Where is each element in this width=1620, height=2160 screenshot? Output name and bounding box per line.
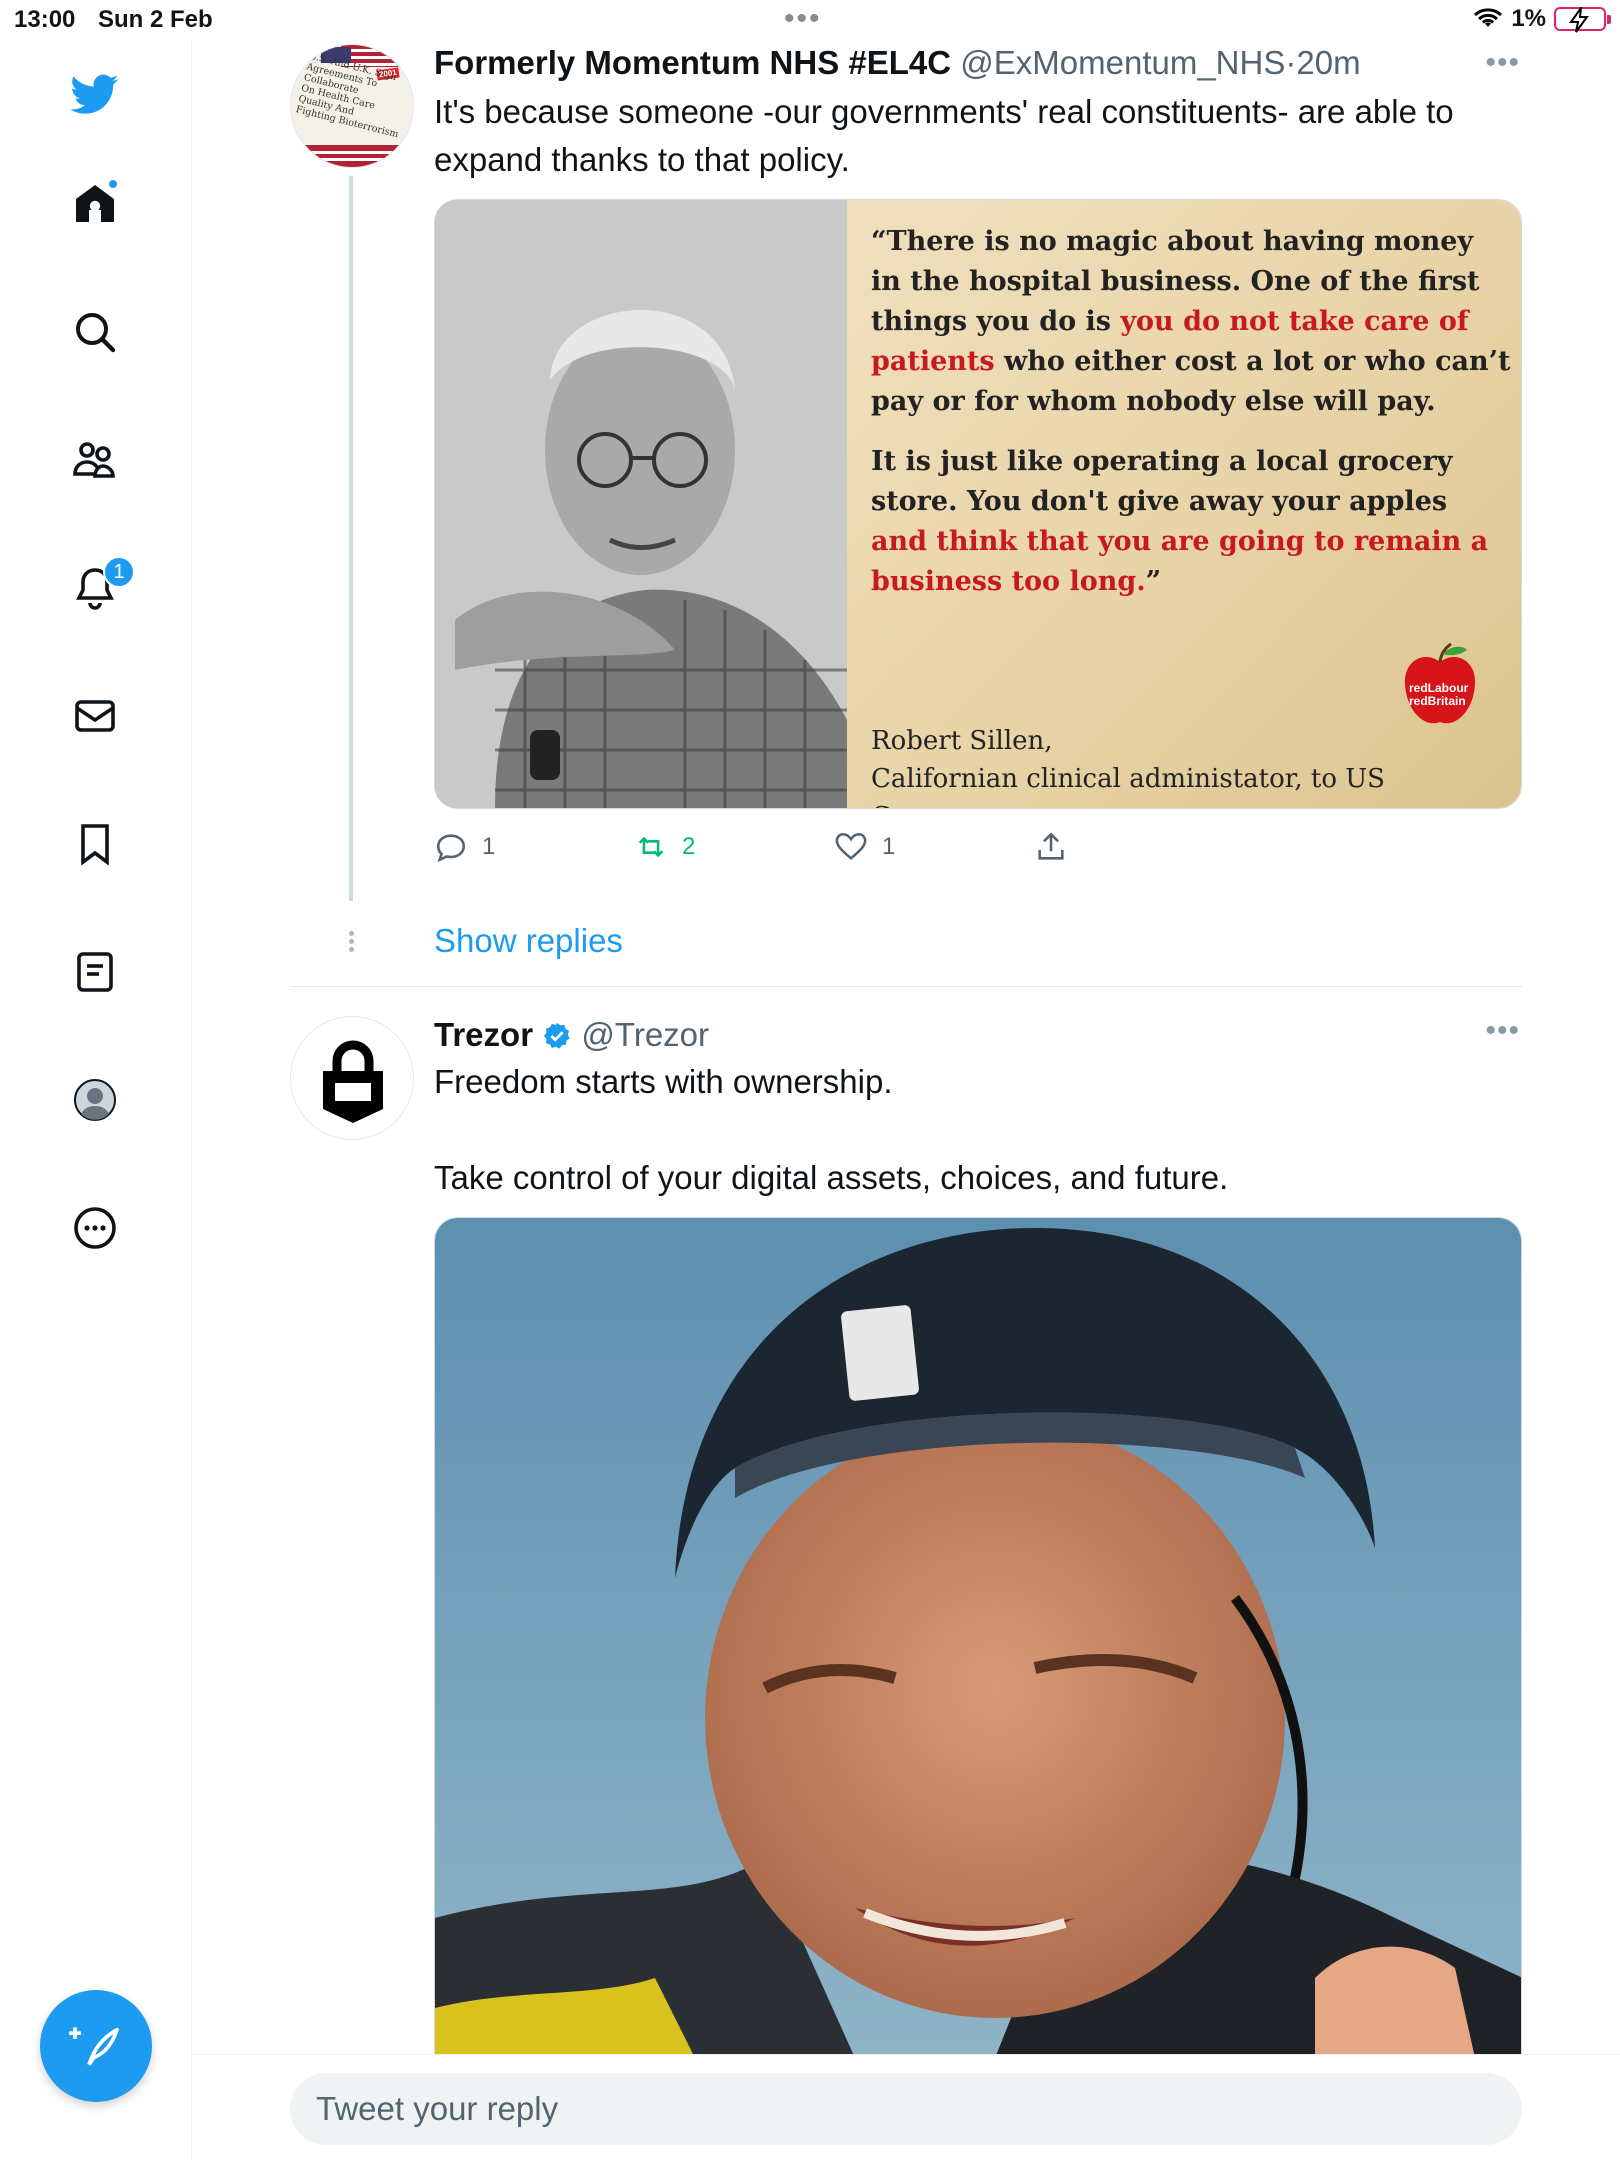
tweet-quote-image[interactable]: “There is no magic about having money in…	[434, 199, 1522, 809]
status-date: Sun 2 Feb	[98, 6, 213, 33]
battery-percent: 1%	[1511, 5, 1546, 32]
nav-lists[interactable]	[61, 938, 129, 1006]
author-name[interactable]: Formerly Momentum NHS #EL4C	[434, 44, 951, 81]
compose-tweet-button[interactable]	[40, 1990, 152, 2102]
tweet-text: It's because someone -our governments' r…	[434, 93, 1463, 178]
mail-icon	[75, 700, 115, 732]
tweet-more-icon[interactable]: •••	[1485, 1014, 1520, 1048]
more-icon	[74, 1207, 116, 1249]
verified-badge-icon	[544, 1022, 570, 1049]
reply-bar: Tweet your reply	[192, 2054, 1620, 2160]
reply-input[interactable]: Tweet your reply	[290, 2073, 1522, 2145]
quote-card: “There is no magic about having money in…	[847, 200, 1521, 808]
tweet-exmomentum[interactable]: U.S. And U.K. Sign Agreements To Collabo…	[290, 44, 1522, 924]
avatar-exmomentum[interactable]: U.S. And U.K. Sign Agreements To Collabo…	[290, 44, 414, 168]
quote-text: “There is no magic about having money in…	[871, 222, 1511, 602]
search-icon	[76, 313, 116, 353]
quote-close: ”	[1145, 566, 1162, 597]
quote-attribution: Robert Sillen, Californian clinical admi…	[871, 722, 1521, 808]
tweet-actions: 1 2 1	[434, 830, 1074, 870]
twitter-logo[interactable]	[61, 60, 129, 128]
multitask-dots-icon[interactable]: •••	[784, 2, 822, 36]
like-button[interactable]: 1	[834, 830, 895, 864]
tweet-header: Formerly Momentum NHS #EL4C @ExMomentum_…	[434, 44, 1361, 82]
tweet-time[interactable]: 20m	[1296, 44, 1360, 81]
home-new-dot	[107, 178, 119, 190]
avatar-trezor[interactable]	[290, 1016, 414, 1140]
nav-home[interactable]	[61, 170, 129, 238]
nav-bookmarks[interactable]	[61, 810, 129, 878]
notification-badge: 1	[103, 556, 135, 588]
reply-button[interactable]: 1	[434, 830, 495, 864]
tweet-more-icon[interactable]: •••	[1485, 46, 1520, 80]
attribution-name: Robert Sillen,	[871, 726, 1053, 756]
retweet-button[interactable]: 2	[634, 830, 695, 864]
header-separator: ·	[1285, 44, 1297, 81]
heart-icon	[835, 832, 867, 861]
tweet-trezor[interactable]: Trezor @Trezor ••• Freedom starts with o…	[290, 1014, 1522, 2057]
tweet-header: Trezor @Trezor	[434, 1016, 709, 1054]
compose-feather-icon	[69, 2027, 119, 2066]
show-replies-link[interactable]: Show replies	[434, 922, 623, 960]
nav-communities[interactable]	[61, 426, 129, 494]
retweet-count: 2	[682, 833, 696, 860]
wifi-icon	[1474, 8, 1503, 27]
nav-search[interactable]	[61, 298, 129, 366]
reply-count: 1	[482, 833, 496, 860]
communities-icon	[73, 442, 115, 478]
author-handle[interactable]: @ExMomentum_NHS	[960, 44, 1285, 81]
tweet-text: Freedom starts with ownership. Take cont…	[434, 1063, 1229, 1196]
reply-icon	[436, 834, 466, 863]
nav-more[interactable]	[61, 1194, 129, 1262]
retweet-icon	[638, 836, 664, 858]
tweet-video[interactable]	[434, 1217, 1522, 2057]
logo-line2: redBritain	[1409, 694, 1466, 708]
trezor-lock-icon	[323, 1040, 383, 1123]
tweet-divider	[290, 986, 1522, 987]
author-handle[interactable]: @Trezor	[581, 1016, 709, 1053]
nav-profile[interactable]	[61, 1066, 129, 1134]
bookmark-icon	[81, 824, 109, 866]
share-icon	[1038, 832, 1064, 860]
share-button[interactable]	[1034, 830, 1068, 864]
portrait-photo	[435, 200, 847, 808]
skier-video-thumbnail	[435, 1218, 1521, 2057]
attribution-role: Californian clinical administator, to US…	[871, 764, 1385, 808]
battery-icon	[1554, 7, 1611, 33]
sidebar: 1	[0, 40, 192, 2160]
twitter-bird-icon	[71, 74, 119, 114]
redlabour-apple-logo: redLabour redBritain	[1395, 640, 1485, 730]
profile-icon	[74, 1079, 116, 1121]
lists-icon	[77, 952, 113, 992]
status-time: 13:00	[14, 6, 76, 33]
man-portrait-illustration	[435, 200, 847, 808]
author-name[interactable]: Trezor	[434, 1016, 533, 1053]
thread-more-dots	[346, 928, 356, 955]
nav-notifications[interactable]: 1	[61, 554, 135, 622]
status-bar: 13:00 Sun 2 Feb ••• 1%	[0, 0, 1620, 40]
nav-messages[interactable]	[61, 682, 129, 750]
quote-para2: It is just like operating a local grocer…	[871, 446, 1453, 517]
quote-highlight-2: and think that you are going to remain a…	[871, 526, 1489, 597]
like-count: 1	[882, 833, 896, 860]
